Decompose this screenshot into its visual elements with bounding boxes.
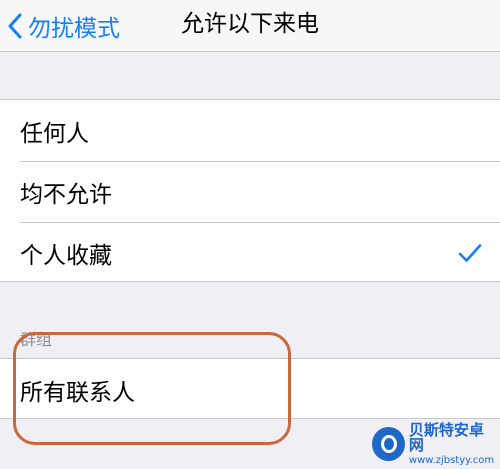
- option-label: 个人收藏: [20, 242, 112, 269]
- groups-list: 所有联系人: [0, 358, 500, 419]
- navigation-bar: 勿扰模式 允许以下来电: [0, 0, 500, 52]
- allow-calls-options-list: 任何人 均不允许 个人收藏: [0, 99, 500, 282]
- checkmark-icon: [458, 243, 482, 262]
- group-item-label: 所有联系人: [20, 379, 135, 406]
- option-no-one[interactable]: 均不允许: [0, 161, 500, 222]
- group-item-all-contacts[interactable]: 所有联系人: [0, 359, 500, 420]
- watermark-url: www.zjbstyy.com: [408, 454, 495, 466]
- option-label: 均不允许: [20, 181, 112, 208]
- option-anyone[interactable]: 任何人: [0, 100, 500, 161]
- groups-section-header: 群组: [20, 330, 53, 349]
- option-label: 任何人: [20, 120, 89, 147]
- watermark-name: 贝斯特安卓网: [408, 420, 484, 454]
- watermark: 贝斯特安卓网 www.zjbstyy.com: [372, 420, 496, 466]
- page-title: 允许以下来电: [181, 11, 319, 37]
- watermark-logo-icon: [372, 427, 405, 461]
- option-favorites[interactable]: 个人收藏: [0, 222, 500, 283]
